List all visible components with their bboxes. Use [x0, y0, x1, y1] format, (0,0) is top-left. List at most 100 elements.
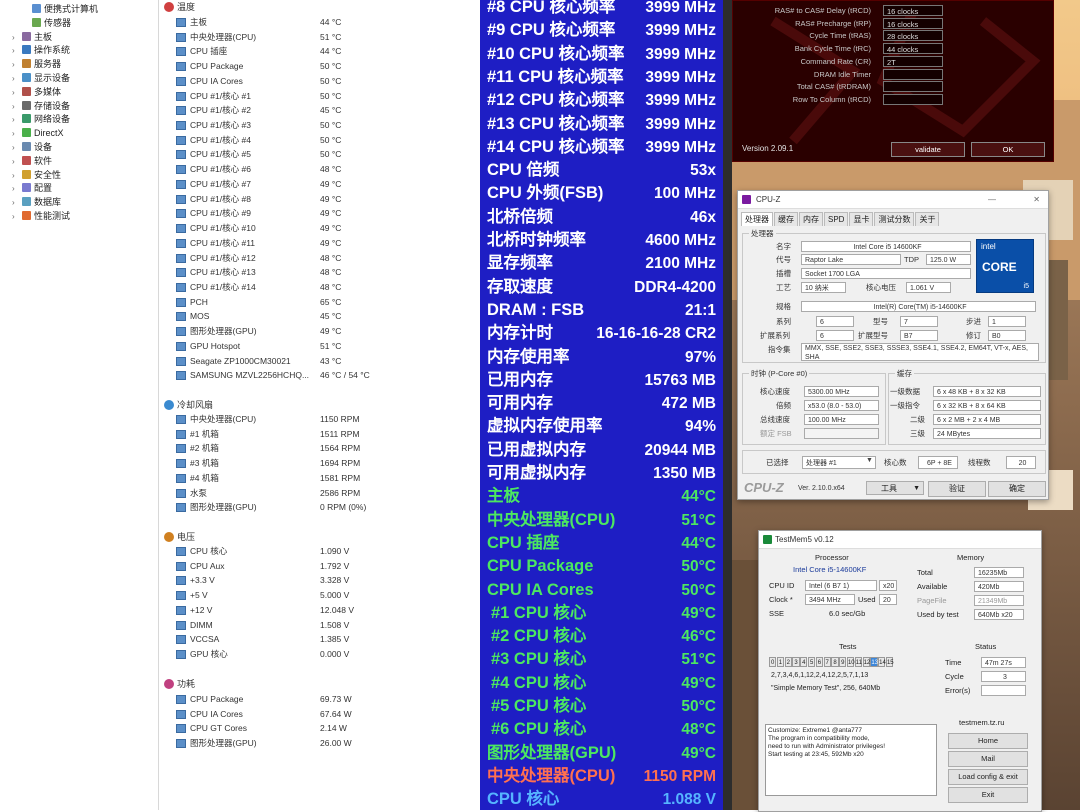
- sensor-row[interactable]: MOS 45 °C: [160, 309, 480, 324]
- sensor-row[interactable]: 图形处理器(GPU) 0 RPM (0%): [160, 500, 480, 515]
- cpuz-tab[interactable]: 测试分数: [874, 212, 915, 226]
- sensor-row[interactable]: 主板 44 °C: [160, 15, 480, 30]
- sensor-row[interactable]: CPU Package 50 °C: [160, 59, 480, 74]
- sensor-row[interactable]: PCH 65 °C: [160, 295, 480, 310]
- tree-item[interactable]: › 配置: [12, 182, 52, 195]
- home-button[interactable]: Home: [948, 733, 1028, 749]
- tree-item[interactable]: 便携式计算机: [22, 3, 98, 16]
- cpuz-tab[interactable]: 缓存: [774, 212, 798, 226]
- sensor-row[interactable]: CPU #1/核心 #6 48 °C: [160, 162, 480, 177]
- cpuz-tab[interactable]: 内存: [799, 212, 823, 226]
- sensor-row[interactable]: CPU #1/核心 #2 45 °C: [160, 103, 480, 118]
- sensor-row[interactable]: CPU #1/核心 #8 49 °C: [160, 192, 480, 207]
- ram-ok-button[interactable]: OK: [971, 142, 1045, 157]
- tree-item[interactable]: › 网络设备: [12, 113, 70, 126]
- tree-item[interactable]: 传感器: [22, 17, 71, 30]
- tree-item[interactable]: › 多媒体: [12, 86, 61, 99]
- tree-item[interactable]: › 安全性: [12, 169, 61, 182]
- expand-arrow-icon[interactable]: ›: [12, 210, 22, 223]
- sensor-row[interactable]: Seagate ZP1000CM30021 43 °C: [160, 354, 480, 369]
- tree-item[interactable]: › 显示设备: [12, 72, 70, 85]
- tree-item[interactable]: › 服务器: [12, 58, 61, 71]
- ram-validate-button[interactable]: validate: [891, 142, 965, 157]
- expand-arrow-icon[interactable]: ›: [12, 58, 22, 71]
- sensor-row[interactable]: SAMSUNG MZVL2256HCHQ... 46 °C / 54 °C: [160, 368, 480, 383]
- validate-button[interactable]: 验证: [928, 481, 986, 497]
- sensor-row[interactable]: CPU #1/核心 #14 48 °C: [160, 280, 480, 295]
- sensor-row[interactable]: 中央处理器(CPU) 51 °C: [160, 30, 480, 45]
- tree-item[interactable]: › DirectX: [12, 127, 64, 140]
- close-icon[interactable]: ✕: [1033, 191, 1040, 208]
- sensor-row[interactable]: CPU #1/核心 #10 49 °C: [160, 221, 480, 236]
- tree-item[interactable]: › 性能测试: [12, 210, 70, 223]
- sensor-row[interactable]: +12 V 12.048 V: [160, 603, 480, 618]
- expand-arrow-icon[interactable]: ›: [12, 113, 22, 126]
- sensor-row[interactable]: +3.3 V 3.328 V: [160, 573, 480, 588]
- testmem5-window[interactable]: TestMem5 v0.12 Processor Intel Core i5-1…: [758, 530, 1042, 812]
- cpuz-tab[interactable]: 关于: [915, 212, 940, 226]
- tree-item[interactable]: › 操作系统: [12, 44, 70, 57]
- sensor-row[interactable]: GPU 核心 0.000 V: [160, 647, 480, 662]
- sensor-row[interactable]: 水泵 2586 RPM: [160, 486, 480, 501]
- sensor-row[interactable]: CPU GT Cores 2.14 W: [160, 721, 480, 736]
- sensor-row[interactable]: CPU #1/核心 #13 48 °C: [160, 265, 480, 280]
- ok-button[interactable]: 确定: [988, 481, 1046, 497]
- expand-arrow-icon[interactable]: ›: [12, 182, 22, 195]
- cpuz-tab[interactable]: SPD: [824, 212, 849, 226]
- sensor-row[interactable]: #3 机箱 1694 RPM: [160, 456, 480, 471]
- expand-arrow-icon[interactable]: ›: [12, 196, 22, 209]
- cpuz-window[interactable]: CPU-Z — ✕ 处理器 缓存 内存 SPD 显卡 测试分数 关于 处理器 名字 Inte…: [737, 190, 1049, 500]
- processor-select[interactable]: 处理器 #1: [802, 456, 876, 469]
- sensor-row[interactable]: CPU #1/核心 #9 49 °C: [160, 206, 480, 221]
- sensor-row[interactable]: GPU Hotspot 51 °C: [160, 339, 480, 354]
- sensor-row[interactable]: CPU 插座 44 °C: [160, 44, 480, 59]
- sensor-row[interactable]: CPU #1/核心 #7 49 °C: [160, 177, 480, 192]
- expand-arrow-icon[interactable]: ›: [12, 155, 22, 168]
- exit-button[interactable]: Exit: [948, 787, 1028, 803]
- expand-arrow-icon[interactable]: ›: [12, 72, 22, 85]
- tm5-titlebar[interactable]: TestMem5 v0.12: [759, 531, 1041, 549]
- sensor-row[interactable]: CPU #1/核心 #5 50 °C: [160, 147, 480, 162]
- sensor-row[interactable]: CPU IA Cores 67.64 W: [160, 707, 480, 722]
- sensor-row[interactable]: CPU #1/核心 #1 50 °C: [160, 89, 480, 104]
- load-config-button[interactable]: Load config & exit: [948, 769, 1028, 785]
- sensor-row[interactable]: 中央处理器(CPU) 1150 RPM: [160, 412, 480, 427]
- cpuz-tab[interactable]: 处理器: [741, 212, 773, 226]
- tree-item[interactable]: › 数据库: [12, 196, 61, 209]
- sensor-row[interactable]: 图形处理器(GPU) 26.00 W: [160, 736, 480, 751]
- cpuz-tab[interactable]: 显卡: [849, 212, 874, 226]
- sensor-row[interactable]: DIMM 1.508 V: [160, 618, 480, 633]
- sensor-row[interactable]: CPU #1/核心 #11 49 °C: [160, 236, 480, 251]
- tree-item[interactable]: › 存储设备: [12, 100, 70, 113]
- sensor-row[interactable]: +5 V 5.000 V: [160, 588, 480, 603]
- expand-arrow-icon[interactable]: ›: [12, 169, 22, 182]
- cpuz-tabs[interactable]: 处理器 缓存 内存 SPD 显卡 测试分数 关于: [741, 212, 940, 226]
- sensor-row[interactable]: CPU IA Cores 50 °C: [160, 74, 480, 89]
- tools-button[interactable]: 工具 ▼: [866, 481, 924, 495]
- expand-arrow-icon[interactable]: ›: [12, 86, 22, 99]
- tree-item[interactable]: › 主板: [12, 31, 52, 44]
- expand-arrow-icon[interactable]: ›: [12, 100, 22, 113]
- sensor-row[interactable]: CPU Package 69.73 W: [160, 692, 480, 707]
- chevron-down-icon[interactable]: ▼: [866, 457, 873, 464]
- expand-arrow-icon[interactable]: ›: [12, 127, 22, 140]
- sensor-row[interactable]: CPU #1/核心 #12 48 °C: [160, 251, 480, 266]
- sensor-row[interactable]: #1 机箱 1511 RPM: [160, 427, 480, 442]
- expand-arrow-icon[interactable]: ›: [12, 141, 22, 154]
- sensor-row[interactable]: VCCSA 1.385 V: [160, 632, 480, 647]
- sensor-row[interactable]: CPU #1/核心 #3 50 °C: [160, 118, 480, 133]
- device-tree-panel[interactable]: 便携式计算机 传感器 › 主板 › 操作系统 › 服务器 › 显示设备 › 多媒体 › 存储设备 › 网络设备…: [0, 0, 159, 810]
- sensor-row[interactable]: #2 机箱 1564 RPM: [160, 441, 480, 456]
- tree-item[interactable]: › 软件: [12, 155, 52, 168]
- sensor-row[interactable]: #4 机箱 1581 RPM: [160, 471, 480, 486]
- cpuz-titlebar[interactable]: CPU-Z — ✕: [738, 191, 1048, 209]
- expand-arrow-icon[interactable]: ›: [12, 31, 22, 44]
- tree-item[interactable]: › 设备: [12, 141, 52, 154]
- minimize-icon[interactable]: —: [988, 191, 996, 208]
- sensor-row[interactable]: CPU Aux 1.792 V: [160, 559, 480, 574]
- mail-button[interactable]: Mail: [948, 751, 1028, 767]
- sensor-row[interactable]: CPU 核心 1.090 V: [160, 544, 480, 559]
- sensor-row[interactable]: 图形处理器(GPU) 49 °C: [160, 324, 480, 339]
- sensor-row[interactable]: CPU #1/核心 #4 50 °C: [160, 133, 480, 148]
- expand-arrow-icon[interactable]: ›: [12, 44, 22, 57]
